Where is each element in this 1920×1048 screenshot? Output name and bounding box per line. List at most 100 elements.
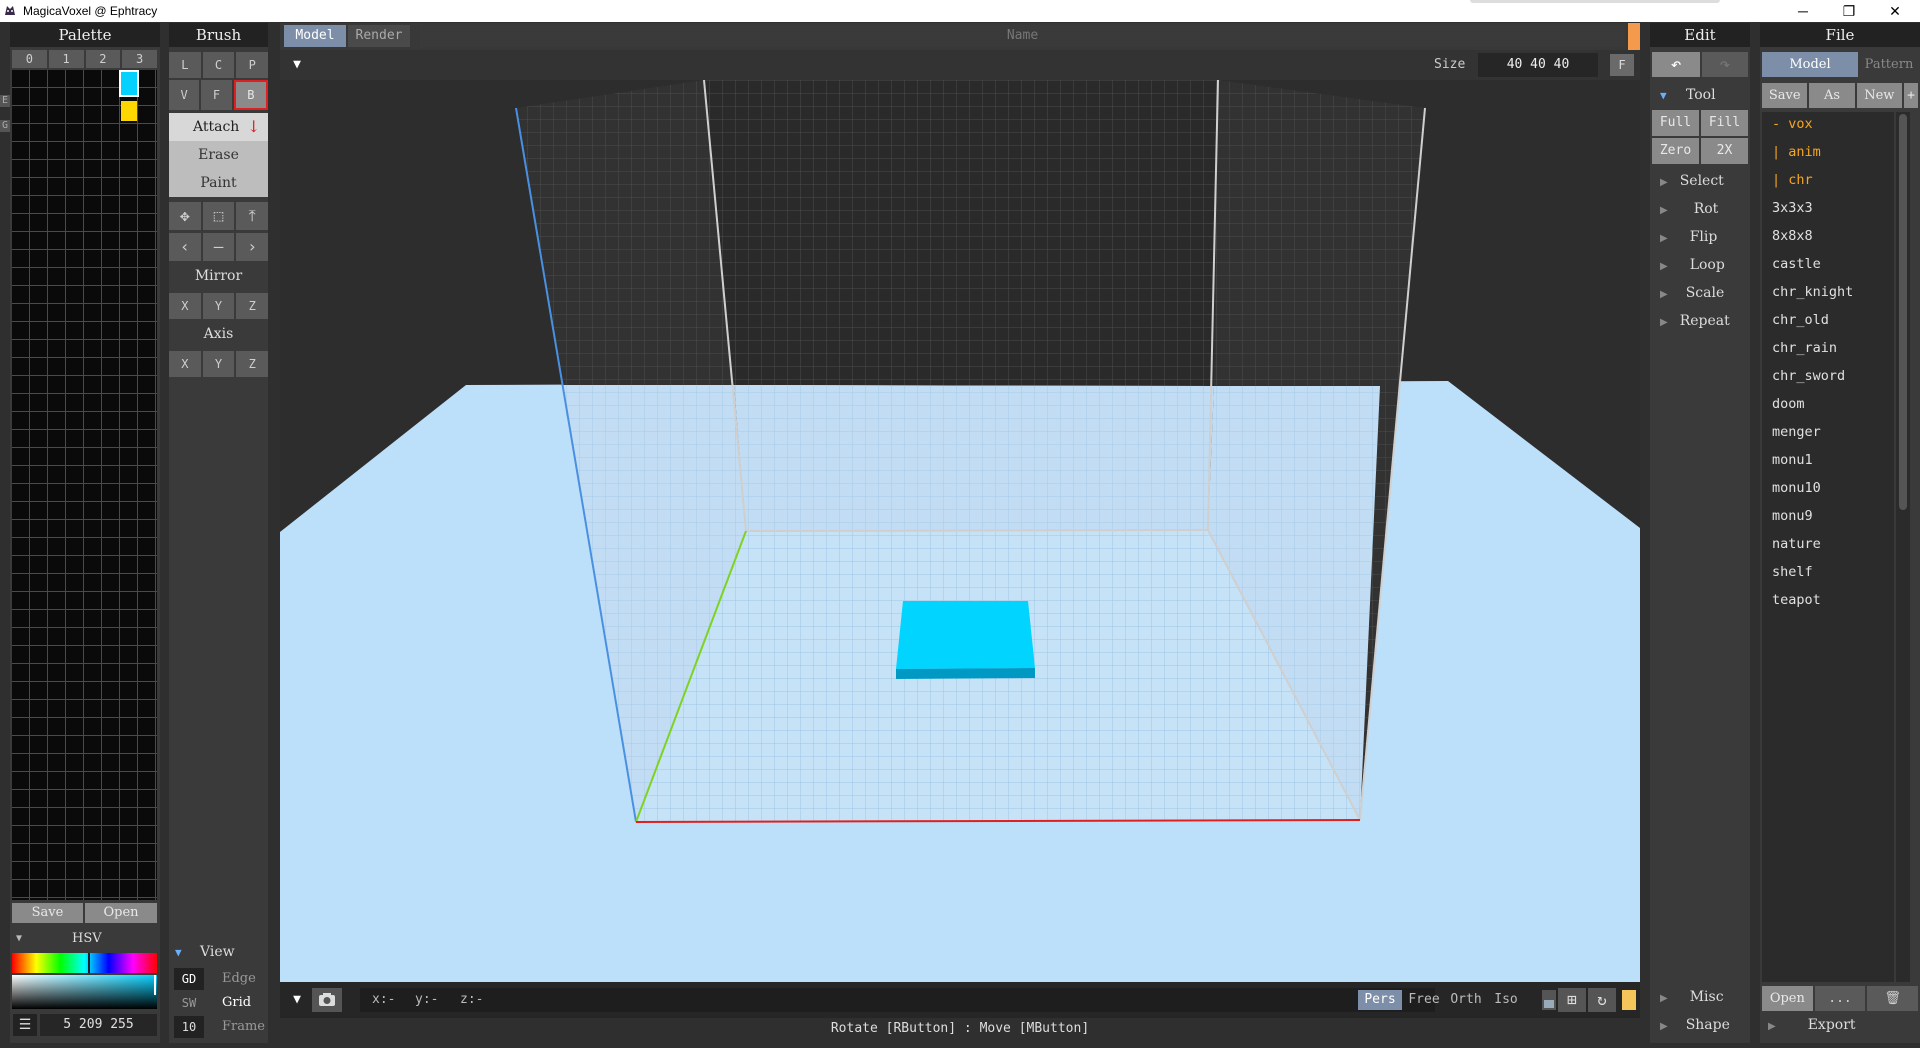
- layout-single-icon[interactable]: [1542, 990, 1556, 1010]
- brush-c-button[interactable]: C: [202, 52, 235, 78]
- size-field[interactable]: 40 40 40: [1478, 53, 1598, 77]
- undo-icon[interactable]: ↶: [1652, 52, 1700, 77]
- camera-iso-button[interactable]: Iso: [1488, 990, 1524, 1010]
- grid-key[interactable]: SW: [174, 992, 204, 1014]
- layout-grid-icon[interactable]: ⊞: [1558, 988, 1586, 1012]
- file-item[interactable]: shelf: [1772, 564, 1813, 580]
- section-shape[interactable]: ▶ Shape: [1660, 1017, 1730, 1033]
- hue-slider[interactable]: [12, 953, 157, 973]
- redo-icon[interactable]: ↷: [1702, 52, 1748, 77]
- camera-icon[interactable]: [312, 988, 342, 1012]
- section-select[interactable]: ▶ Select: [1660, 173, 1724, 189]
- hue-marker[interactable]: [88, 953, 90, 973]
- palette-tab-0[interactable]: 0: [12, 50, 47, 68]
- file-item[interactable]: nature: [1772, 536, 1821, 552]
- file-item[interactable]: chr_rain: [1772, 340, 1837, 356]
- attach-mode-button[interactable]: Attach ↓: [169, 113, 268, 141]
- scrollbar-thumb[interactable]: [1899, 114, 1907, 510]
- file-item[interactable]: castle: [1772, 256, 1821, 272]
- chevron-right-icon[interactable]: ›: [236, 233, 269, 261]
- file-item[interactable]: chr_knight: [1772, 284, 1853, 300]
- fit-button[interactable]: F: [1610, 54, 1634, 76]
- minimize-button[interactable]: ─: [1780, 0, 1826, 22]
- tab-render[interactable]: Render: [348, 25, 410, 47]
- model-name-field[interactable]: Name: [420, 25, 1625, 47]
- restore-button[interactable]: ❐: [1826, 0, 1872, 22]
- move-icon[interactable]: ✥: [169, 202, 201, 230]
- viewport-menu-icon[interactable]: ▼: [286, 55, 308, 75]
- folder-chr[interactable]: | chr: [1772, 172, 1813, 188]
- file-item[interactable]: 3x3x3: [1772, 200, 1813, 216]
- palette-save-button[interactable]: Save: [12, 903, 83, 923]
- edge-toggle[interactable]: Edge: [222, 968, 256, 990]
- camera-orth-button[interactable]: Orth: [1446, 990, 1486, 1010]
- saturation-value-box[interactable]: [12, 975, 157, 1009]
- file-item[interactable]: monu1: [1772, 452, 1813, 468]
- reset-view-icon[interactable]: ↻: [1588, 988, 1616, 1012]
- brush-v-button[interactable]: V: [169, 80, 200, 110]
- viewport-3d[interactable]: [280, 80, 1640, 982]
- paint-mode-button[interactable]: Paint: [169, 169, 268, 197]
- file-item[interactable]: monu9: [1772, 508, 1813, 524]
- section-misc[interactable]: ▶ Misc: [1660, 989, 1724, 1005]
- camera-free-button[interactable]: Free: [1404, 990, 1444, 1010]
- file-new-button[interactable]: New: [1856, 83, 1902, 108]
- mirror-z-button[interactable]: Z: [236, 293, 269, 319]
- close-button[interactable]: ✕: [1872, 0, 1918, 22]
- select-box-icon[interactable]: ⬚: [202, 202, 235, 230]
- dash-icon[interactable]: –: [202, 233, 235, 261]
- palette-open-button[interactable]: Open: [85, 903, 157, 923]
- file-tab-model[interactable]: Model: [1762, 52, 1858, 77]
- brush-b-button[interactable]: B: [233, 80, 268, 110]
- file-item[interactable]: menger: [1772, 424, 1821, 440]
- upload-icon[interactable]: ⤒: [236, 202, 269, 230]
- file-item[interactable]: monu10: [1772, 480, 1821, 496]
- brush-l-button[interactable]: L: [169, 52, 201, 78]
- double-button[interactable]: 2X: [1701, 138, 1748, 164]
- file-item[interactable]: chr_old: [1772, 312, 1829, 328]
- file-add-button[interactable]: +: [1903, 83, 1918, 108]
- menu-icon[interactable]: ☰: [13, 1014, 37, 1036]
- axis-z-button[interactable]: Z: [236, 351, 269, 377]
- tab-model[interactable]: Model: [284, 25, 346, 47]
- tool-collapse-icon[interactable]: ▼: [1660, 89, 1667, 102]
- section-export[interactable]: ▶ Export: [1768, 1017, 1856, 1033]
- palette-grid[interactable]: [12, 70, 157, 900]
- palette-tab-1[interactable]: 1: [48, 50, 84, 68]
- file-item[interactable]: teapot: [1772, 592, 1821, 608]
- hsv-collapse-icon[interactable]: ▼: [16, 933, 22, 944]
- edge-key[interactable]: GD: [174, 968, 204, 990]
- file-item[interactable]: doom: [1772, 396, 1805, 412]
- palette-side-e[interactable]: E: [0, 95, 10, 107]
- axis-y-button[interactable]: Y: [202, 351, 235, 377]
- trash-icon[interactable]: 🗑: [1867, 986, 1919, 1011]
- chevron-left-icon[interactable]: ‹: [169, 233, 201, 261]
- section-rot[interactable]: ▶ Rot: [1660, 201, 1718, 217]
- fill-button[interactable]: Fill: [1701, 110, 1748, 136]
- section-repeat[interactable]: ▶ Repeat: [1660, 313, 1730, 329]
- section-scale[interactable]: ▶ Scale: [1660, 285, 1724, 301]
- frame-toggle[interactable]: Frame: [222, 1016, 265, 1038]
- mirror-y-button[interactable]: Y: [202, 293, 235, 319]
- file-more-button[interactable]: ...: [1814, 986, 1866, 1011]
- file-save-button[interactable]: Save: [1762, 83, 1808, 108]
- zero-button[interactable]: Zero: [1652, 138, 1699, 164]
- erase-mode-button[interactable]: Erase: [169, 141, 268, 169]
- brush-p-button[interactable]: P: [236, 52, 269, 78]
- frame-key[interactable]: 10: [174, 1016, 204, 1038]
- voxel-block-top[interactable]: [896, 601, 1035, 669]
- palette-tab-2[interactable]: 2: [85, 50, 121, 68]
- grid-toggle[interactable]: Grid: [222, 992, 251, 1014]
- file-list-scrollbar[interactable]: [1896, 112, 1910, 982]
- palette-secondary-swatch[interactable]: [121, 101, 137, 121]
- file-open-button[interactable]: Open: [1762, 986, 1813, 1011]
- mirror-x-button[interactable]: X: [169, 293, 201, 319]
- brush-f-button[interactable]: F: [201, 80, 232, 110]
- folder-anim[interactable]: | anim: [1772, 144, 1821, 160]
- axis-x-button[interactable]: X: [169, 351, 201, 377]
- view-collapse-icon[interactable]: ▼: [175, 946, 182, 959]
- file-save-as-button[interactable]: As: [1809, 83, 1855, 108]
- sv-marker[interactable]: [154, 975, 156, 995]
- section-flip[interactable]: ▶ Flip: [1660, 229, 1717, 245]
- camera-pers-button[interactable]: Pers: [1358, 990, 1402, 1010]
